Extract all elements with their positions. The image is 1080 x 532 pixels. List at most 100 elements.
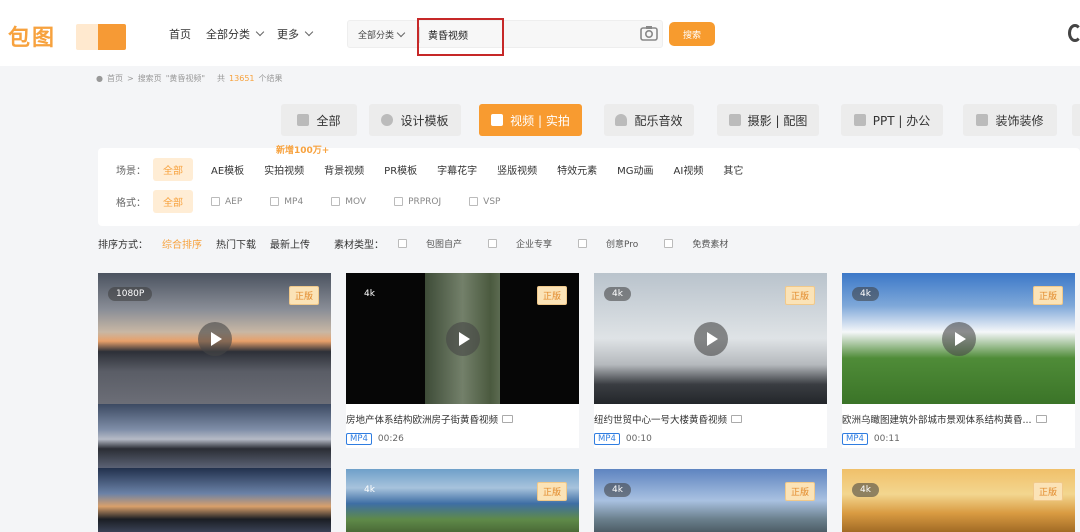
resolution-badge: 4k [852, 483, 879, 497]
search-box: 全部分类 [347, 20, 663, 48]
chevron-down-icon [304, 27, 314, 37]
sort-composite[interactable]: 综合排序 [162, 236, 202, 251]
tab-music[interactable]: 配乐音效 [604, 104, 694, 136]
scene-all-chip[interactable]: 全部 [153, 158, 193, 181]
resolution-badge: 1080P [108, 287, 153, 301]
tab-ppt-label: PPT | 办公 [872, 113, 931, 128]
video-thumbnail[interactable]: 1080P 正版 [98, 273, 331, 404]
scene-vertical[interactable]: 竖版视频 [497, 162, 537, 177]
video-card[interactable]: 4k 正版 [842, 469, 1075, 532]
format-prproj[interactable]: PRPROJ [394, 197, 441, 207]
tab-video[interactable]: 视频 | 实拍 [479, 104, 582, 136]
search-input[interactable] [420, 22, 620, 46]
tab-ppt[interactable]: PPT | 办公 [841, 104, 943, 136]
scene-effects[interactable]: 特效元素 [557, 162, 597, 177]
tab-decoration[interactable]: 装饰装修 [963, 104, 1057, 136]
type-free[interactable]: 免费素材 [664, 237, 742, 250]
licensed-badge: 正版 [536, 286, 567, 305]
material-type-label: 素材类型： [334, 240, 384, 251]
logo-banner[interactable] [76, 24, 126, 50]
header: 包图 首页 全部分类 更多 全部分类 搜索 [0, 0, 1080, 66]
sort-hot[interactable]: 热门下载 [216, 236, 256, 251]
video-card[interactable]: 4k 正版 纽约世贸中心一号大楼黄昏视频 MP4 00:10 [594, 273, 827, 448]
licensed-badge: 正版 [784, 286, 815, 305]
video-title[interactable]: 欧洲乌瞰图建筑外部城市景观体系结构黄昏... [842, 412, 1047, 426]
type-free-label: 免费素材 [692, 240, 729, 250]
play-icon[interactable] [941, 321, 976, 356]
video-meta: MP4 00:10 [594, 433, 652, 445]
video-thumbnail[interactable]: 4k 正版 [346, 273, 579, 404]
result-suffix: 个结果 [258, 74, 283, 83]
video-title[interactable]: 纽约世贸中心一号大楼黄昏视频 [594, 412, 743, 426]
tab-all[interactable]: 全部 [281, 104, 357, 136]
location-icon: ● [96, 74, 103, 83]
nav-all-categories-label: 全部分类 [206, 28, 250, 41]
scene-subtitle[interactable]: 字幕花字 [437, 162, 477, 177]
type-pro[interactable]: 创意Pro [578, 237, 652, 250]
nav-home[interactable]: 首页 [169, 26, 191, 42]
tab-video-label: 视频 | 实拍 [510, 113, 570, 128]
play-icon[interactable] [693, 321, 728, 356]
checkbox-icon [270, 197, 280, 206]
nav-more[interactable]: 更多 [277, 26, 314, 42]
video-card[interactable]: 4k 正版 [594, 469, 827, 532]
format-mp4-label: MP4 [284, 196, 304, 207]
play-icon[interactable] [445, 321, 480, 356]
nav-home-label: 首页 [169, 28, 191, 41]
type-baotu-label: 包图自产 [426, 240, 463, 250]
scene-ae[interactable]: AE模板 [211, 162, 244, 177]
video-card[interactable]: 4k 正版 房地产体系结构欧洲房子街黄昏视频 MP4 00:26 [346, 273, 579, 448]
video-thumbnail[interactable]: 4k 正版 [594, 273, 827, 404]
chevron-down-icon [255, 27, 265, 37]
scene-pr[interactable]: PR模板 [384, 162, 417, 177]
sort-label: 排序方式： [98, 240, 148, 251]
resolution-badge: 4k [604, 483, 631, 497]
format-label: 格式： [116, 198, 146, 209]
video-title[interactable]: 房地产体系结构欧洲房子街黄昏视频 [346, 412, 514, 426]
tab-more[interactable] [1072, 104, 1080, 136]
camera-icon[interactable] [640, 25, 658, 41]
tab-all-label: 全部 [316, 113, 341, 128]
scene-background[interactable]: 背景视频 [324, 162, 364, 177]
licensed-badge: 正版 [1032, 286, 1063, 305]
format-vsp[interactable]: VSP [469, 197, 500, 207]
video-meta: MP4 00:26 [346, 433, 404, 445]
promo-label: 新增100万+ [276, 146, 330, 156]
search-scope-dropdown[interactable]: 全部分类 [358, 28, 406, 41]
scene-label: 场景： [116, 166, 146, 177]
tab-music-label: 配乐音效 [634, 113, 683, 128]
breadcrumb-home[interactable]: 首页 [107, 73, 123, 84]
tab-photo-label: 摄影 | 配图 [747, 113, 808, 128]
format-mov[interactable]: MOV [331, 197, 366, 207]
format-all-chip[interactable]: 全部 [153, 190, 193, 213]
video-card[interactable]: 1080P 正版 [98, 273, 331, 532]
video-card[interactable]: 4k 正版 [346, 469, 579, 532]
result-count: 13651 [229, 74, 255, 83]
scene-other[interactable]: 其它 [723, 162, 743, 177]
sort-latest[interactable]: 最新上传 [270, 236, 310, 251]
breadcrumb-search-page: 搜索页 [137, 74, 162, 83]
logo[interactable]: 包图 [8, 20, 56, 52]
type-baotu[interactable]: 包图自产 [398, 237, 476, 250]
headphones-icon [615, 114, 628, 126]
scene-live-action[interactable]: 实拍视频 [264, 162, 304, 177]
scene-mg[interactable]: MG动画 [617, 162, 653, 177]
type-enterprise[interactable]: 企业专享 [488, 237, 566, 250]
video-thumbnail-frame [98, 404, 331, 468]
format-mp4[interactable]: MP4 [270, 197, 303, 207]
video-thumbnail[interactable]: 4k 正版 [842, 273, 1075, 404]
search-button[interactable]: 搜索 [669, 22, 715, 46]
video-meta: MP4 00:11 [842, 433, 900, 445]
video-duration: 00:26 [377, 434, 404, 444]
tab-photo[interactable]: 摄影 | 配图 [717, 104, 819, 136]
video-title-text: 纽约世贸中心一号大楼黄昏视频 [594, 415, 728, 426]
video-card[interactable]: 4k 正版 欧洲乌瞰图建筑外部城市景观体系结构黄昏... MP4 00:11 [842, 273, 1075, 448]
video-title-text: 房地产体系结构欧洲房子街黄昏视频 [346, 415, 499, 426]
format-aep[interactable]: AEP [211, 197, 242, 207]
nav-all-categories[interactable]: 全部分类 [206, 26, 265, 42]
play-icon[interactable] [197, 321, 232, 356]
scene-ai[interactable]: AI视频 [674, 162, 704, 177]
tab-design-template[interactable]: 设计模板 [369, 104, 461, 136]
checkbox-icon [398, 239, 407, 248]
user-icon[interactable] [1068, 24, 1080, 42]
